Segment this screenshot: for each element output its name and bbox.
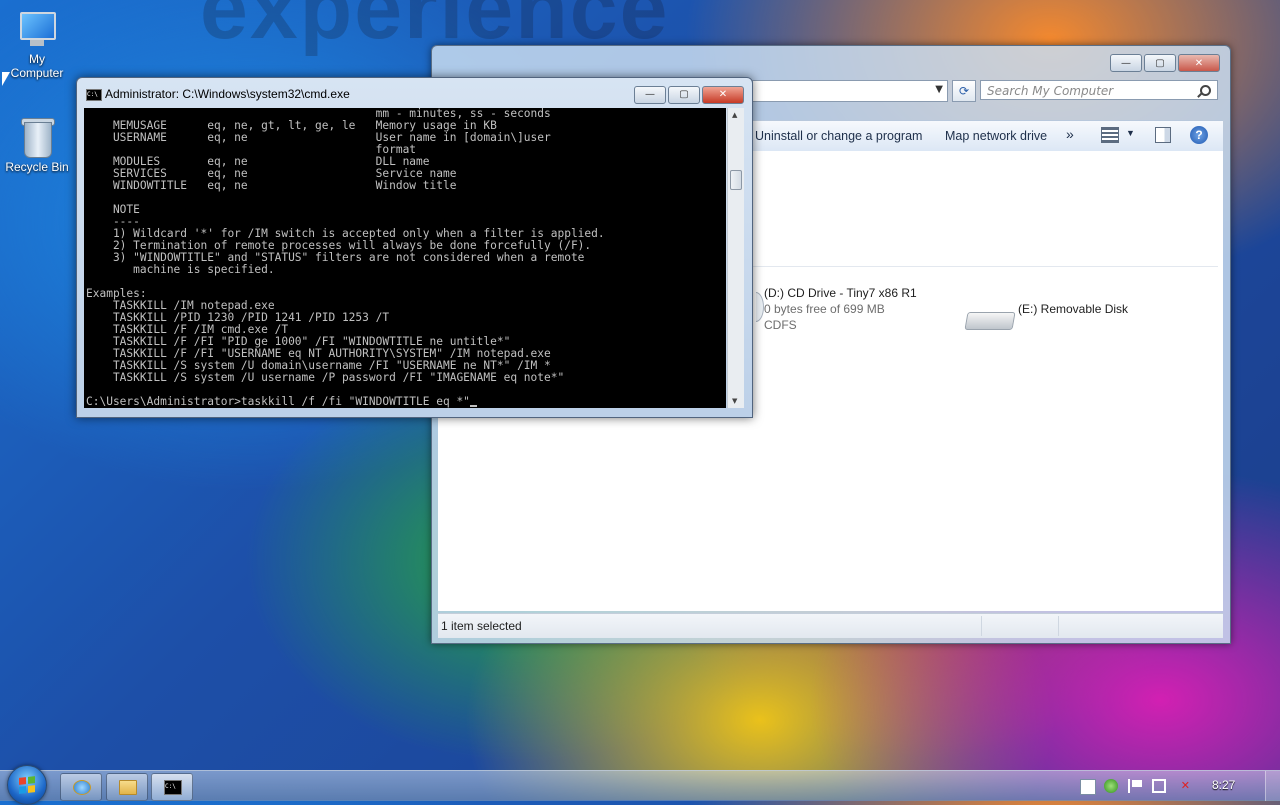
cmd-window: C:\ Administrator: C:\Windows\system32\c… — [76, 77, 753, 418]
scroll-up-icon[interactable]: ▲ — [732, 111, 737, 119]
explorer-window-controls: — ▢ ✕ — [1110, 54, 1220, 72]
desktop-icon-label: Recycle Bin — [5, 160, 69, 174]
minimize-button[interactable]: — — [1110, 54, 1142, 72]
console-output[interactable]: mm - minutes, ss - seconds MEMUSAGE eq, … — [84, 108, 726, 408]
folder-icon — [119, 780, 137, 795]
close-button[interactable]: ✕ — [1178, 54, 1220, 72]
refresh-icon[interactable]: ⟳ — [952, 80, 976, 102]
desktop-icon-label: My Computer — [10, 52, 64, 80]
recycle-bin-icon — [16, 118, 58, 158]
computer-icon — [16, 10, 58, 50]
maximize-button[interactable]: ▢ — [668, 86, 700, 104]
help-icon[interactable]: ? — [1190, 126, 1208, 144]
command-prompt-icon: C:\ — [164, 780, 182, 795]
drive-name: (D:) CD Drive - Tiny7 x86 R1 — [764, 286, 917, 300]
preview-pane-icon[interactable] — [1155, 127, 1171, 143]
address-bar[interactable]: ▼ — [752, 80, 948, 102]
scroll-thumb[interactable] — [730, 170, 742, 190]
status-divider — [981, 616, 982, 636]
desktop-icon-my-computer[interactable]: My Computer — [2, 10, 72, 80]
prompt-text: C:\Users\Administrator>taskkill /f /fi "… — [86, 395, 470, 408]
map-network-drive-button[interactable]: Map network drive — [945, 129, 1047, 143]
taskbar-button-internet-explorer[interactable] — [60, 773, 102, 801]
taskbar-button-cmd[interactable]: C:\ — [151, 773, 193, 801]
console-text: mm - minutes, ss - seconds MEMUSAGE eq, … — [86, 108, 605, 384]
drive-free-space: 0 bytes free of 699 MB — [764, 302, 885, 316]
minimize-button[interactable]: — — [634, 86, 666, 104]
text-cursor — [469, 405, 477, 407]
view-options-icon[interactable] — [1101, 127, 1119, 143]
address-row: ▼ ⟳ Search My Computer — [752, 80, 1224, 102]
scroll-down-icon[interactable]: ▼ — [732, 397, 737, 405]
status-divider — [1058, 616, 1059, 636]
mouse-cursor-icon — [2, 72, 10, 86]
taskbar-button-explorer[interactable] — [106, 773, 148, 801]
system-tray: ✕ — [1070, 771, 1280, 801]
clock[interactable]: 8:27 — [1212, 778, 1235, 792]
status-bar: 1 item selected — [438, 613, 1223, 638]
more-commands-button[interactable]: » — [1066, 126, 1074, 142]
drive-name: (E:) Removable Disk — [1018, 302, 1129, 316]
drive-filesystem: CDFS — [764, 318, 797, 332]
vertical-scrollbar[interactable]: ▲ ▼ — [727, 108, 744, 408]
window-title: Administrator: C:\Windows\system32\cmd.e… — [105, 87, 350, 101]
cmd-window-controls: — ▢ ✕ — [634, 86, 744, 104]
volume-muted-icon[interactable]: ✕ — [1176, 779, 1190, 793]
close-button[interactable]: ✕ — [702, 86, 744, 104]
network-icon[interactable] — [1104, 779, 1118, 793]
drive-item-removable[interactable]: (E:) Removable Disk — [1018, 301, 1128, 317]
chevron-down-icon[interactable]: ▼ — [935, 84, 943, 95]
desktop-icon-recycle-bin[interactable]: Recycle Bin — [2, 118, 72, 174]
removable-disk-icon — [964, 306, 1016, 332]
flag-icon[interactable] — [1128, 779, 1144, 793]
status-text: 1 item selected — [441, 619, 522, 633]
chevron-down-icon[interactable]: ▼ — [1126, 128, 1135, 138]
section-divider — [748, 266, 1218, 267]
start-button[interactable] — [7, 765, 47, 805]
taskbar: C:\ ✕ 8:27 — [0, 765, 1280, 805]
display-icon[interactable] — [1152, 779, 1166, 793]
command-prompt-line[interactable]: C:\Users\Administrator>taskkill /f /fi "… — [84, 396, 477, 408]
search-icon[interactable] — [1200, 85, 1211, 96]
show-desktop-button[interactable] — [1265, 771, 1280, 801]
cmd-app-icon[interactable]: C:\ — [86, 89, 102, 101]
search-placeholder: Search My Computer — [987, 84, 1114, 98]
maximize-button[interactable]: ▢ — [1144, 54, 1176, 72]
notepad-icon[interactable] — [1080, 779, 1096, 795]
drive-item-cd[interactable]: (D:) CD Drive - Tiny7 x86 R1 0 bytes fre… — [764, 285, 917, 333]
uninstall-program-button[interactable]: Uninstall or change a program — [755, 129, 922, 143]
windows-logo-icon — [19, 776, 35, 794]
search-input[interactable]: Search My Computer — [980, 80, 1218, 100]
internet-explorer-icon — [73, 780, 91, 795]
